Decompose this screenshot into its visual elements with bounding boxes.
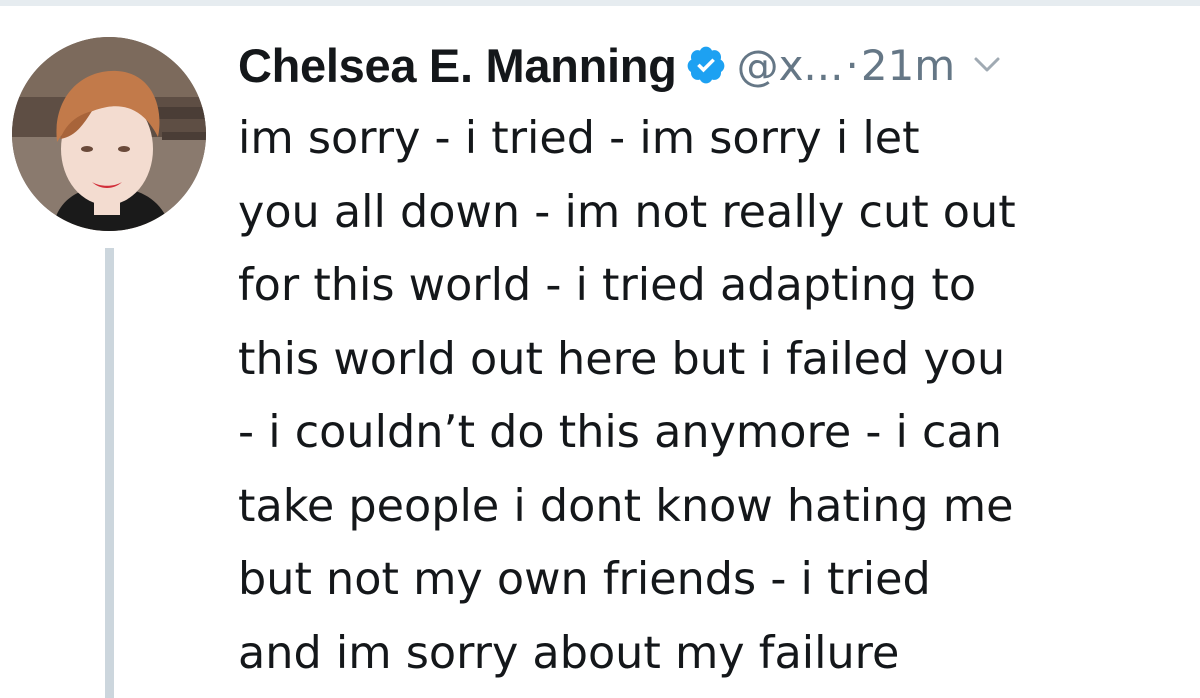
tweet-text-line: and im sorry about my failure <box>238 627 900 679</box>
tweet-text: im sorry - i tried - im sorry i let you … <box>238 102 1198 690</box>
user-handle[interactable]: @x... <box>737 41 844 90</box>
tweet: Chelsea E. Manning @x... · 21m im sorry … <box>0 0 1200 698</box>
chevron-down-icon[interactable] <box>973 55 1001 75</box>
tweet-text-line: im sorry - i tried - im sorry i let <box>238 113 920 164</box>
thread-line <box>105 248 114 698</box>
tweet-text-line: take people i dont know hating me <box>238 480 1014 532</box>
tweet-text-line: for this world - i tried adapting to <box>238 260 977 311</box>
tweet-text-line: - i couldn’t do this anymore - i can <box>238 407 1002 458</box>
display-name[interactable]: Chelsea E. Manning <box>238 38 677 93</box>
timestamp[interactable]: 21m <box>861 41 955 90</box>
avatar-photo <box>12 37 206 231</box>
separator-dot: · <box>845 40 859 90</box>
tweet-header: Chelsea E. Manning @x... · 21m <box>238 34 1001 96</box>
tweet-text-line: but not my own friends - i tried <box>238 554 931 605</box>
tweet-text-line: you all down - im not really cut out <box>238 186 1016 238</box>
top-divider <box>0 0 1200 6</box>
tweet-text-line: this world out here but i failed you <box>238 333 1006 385</box>
avatar[interactable] <box>12 37 206 231</box>
verified-badge-icon <box>685 44 727 86</box>
